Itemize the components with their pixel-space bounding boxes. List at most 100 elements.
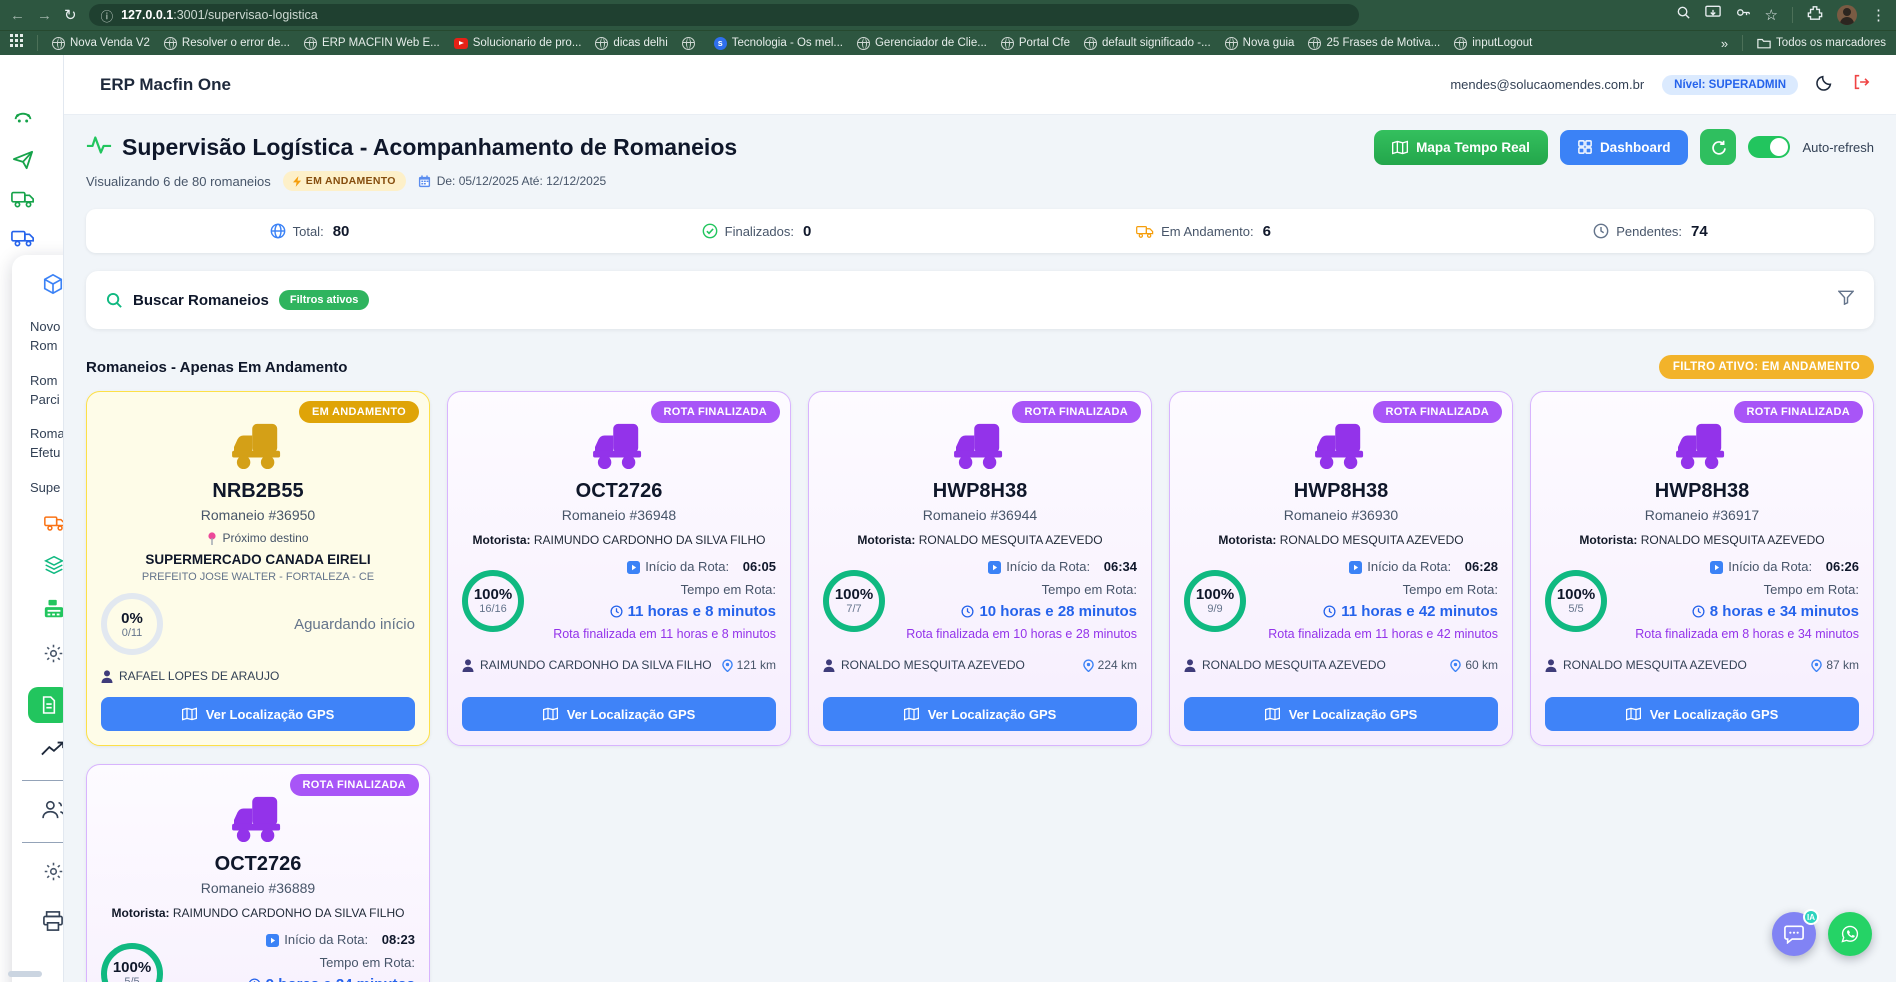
apps-grid-icon[interactable] [10, 34, 23, 52]
users-icon[interactable] [42, 799, 64, 824]
section-title: Romaneios - Apenas Em Andamento [86, 359, 347, 376]
sidebar-horizontal-scrollbar[interactable] [8, 971, 42, 977]
bookmark-item[interactable]: ERP MACFIN Web E... [304, 37, 440, 50]
truck-green-icon[interactable] [10, 187, 36, 211]
settings-gear-icon[interactable] [43, 861, 64, 887]
motorista-line: Motorista: RONALDO MESQUITA AZEVEDO [823, 533, 1137, 547]
refresh-icon [1710, 139, 1727, 156]
auto-refresh-toggle[interactable] [1748, 136, 1790, 158]
layers-icon[interactable] [44, 555, 64, 580]
youtube-favicon [454, 38, 468, 49]
forward-icon[interactable]: → [37, 7, 52, 24]
clock-icon [1323, 605, 1336, 618]
bookmark-item[interactable]: Nova Venda V2 [52, 37, 150, 50]
bookmark-item[interactable] [682, 37, 700, 50]
bookmark-item[interactable]: inputLogout [1454, 37, 1532, 50]
time-on-route-label: Tempo em Rota: [1042, 582, 1137, 597]
romaneio-number: Romaneio #36889 [101, 880, 415, 896]
menu-item-novo-romaneio[interactable]: NovoRom [30, 318, 64, 356]
address-bar[interactable]: ⓘ 127.0.0.1:3001/supervisao-logistica [89, 4, 1359, 26]
active-filter-badge: FILTRO ATIVO: EM ANDAMENTO [1659, 355, 1874, 379]
truck-icon [227, 795, 289, 843]
bookmark-item[interactable]: Gerenciador de Clie... [857, 37, 987, 50]
gps-location-button[interactable]: Ver Localização GPS [1545, 697, 1859, 731]
play-icon [1710, 561, 1723, 574]
romaneio-cards-grid: EM ANDAMENTO NRB2B55 Romaneio #36950 Pró… [86, 391, 1874, 982]
bookmark-item[interactable]: Resolver o error de... [164, 37, 290, 50]
send-plane-icon[interactable] [10, 148, 36, 172]
back-icon[interactable]: ← [10, 7, 25, 24]
time-on-route-value: 11 horas e 8 minutos [610, 600, 776, 623]
globe-favicon [1084, 37, 1097, 50]
package-icon[interactable] [42, 273, 64, 300]
trending-up-icon[interactable] [41, 741, 64, 762]
truck-icon [227, 422, 289, 470]
gps-location-button[interactable]: Ver Localização GPS [462, 697, 776, 731]
bookmarks-overflow-chevron[interactable]: » [1721, 36, 1728, 51]
route-start-line: Início da Rota: 06:05 [627, 557, 776, 577]
toolbar-divider [1792, 7, 1793, 23]
assistant-robot-icon[interactable] [10, 109, 36, 133]
map-icon [1392, 140, 1408, 155]
destination-name: SUPERMERCADO CANADA EIRELI [101, 552, 415, 567]
profile-avatar[interactable] [1837, 5, 1857, 25]
stat-finalizados: Finalizados:0 [533, 223, 980, 240]
search-tabs-icon[interactable] [1676, 5, 1691, 25]
bookmark-item[interactable]: 25 Frases de Motiva... [1308, 37, 1440, 50]
site-info-icon[interactable]: ⓘ [101, 6, 114, 25]
bookmark-item[interactable]: Nova guia [1225, 37, 1295, 50]
all-bookmarks-button[interactable]: Todos os marcadores [1757, 37, 1886, 49]
truck-orange-icon[interactable] [44, 514, 64, 537]
globe-favicon [52, 37, 65, 50]
truck-blue-icon[interactable] [10, 226, 36, 250]
url-path: :3001/supervisao-logistica [173, 8, 318, 22]
search-panel[interactable]: Buscar Romaneios Filtros ativos [86, 271, 1874, 329]
bookmark-star-icon[interactable]: ☆ [1765, 6, 1778, 24]
password-key-icon[interactable] [1735, 5, 1751, 25]
reload-icon[interactable]: ↻ [64, 6, 77, 24]
menu-item-romaneios-efetuados[interactable]: RomaEfetu [30, 425, 64, 463]
card-status-badge: ROTA FINALIZADA [290, 774, 419, 796]
menu-item-supervisao[interactable]: Supe [30, 479, 64, 498]
printer-icon[interactable] [42, 911, 64, 936]
menu-divider [22, 842, 64, 843]
dashboard-button[interactable]: Dashboard [1560, 130, 1689, 165]
stat-total: Total:80 [86, 223, 533, 240]
cash-register-icon[interactable] [42, 598, 64, 625]
menu-item-romaneio-parcial[interactable]: RomParci [30, 372, 64, 410]
extensions-icon[interactable] [1807, 5, 1823, 26]
time-on-route-label: Tempo em Rota: [681, 582, 776, 597]
time-on-route-value: 10 horas e 28 minutos [961, 600, 1137, 623]
menu-dots-icon[interactable]: ⋮ [1871, 6, 1886, 24]
gps-location-button[interactable]: Ver Localização GPS [823, 697, 1137, 731]
bookmark-item[interactable]: default significado -... [1084, 37, 1211, 50]
bookmark-item[interactable]: dicas delhi [595, 37, 667, 50]
card-status-badge: ROTA FINALIZADA [1373, 401, 1502, 423]
truck-icon [949, 422, 1011, 470]
bookmarks-divider [1742, 35, 1743, 51]
map-realtime-button[interactable]: Mapa Tempo Real [1374, 130, 1548, 165]
globe-favicon [304, 37, 317, 50]
dark-mode-moon-icon[interactable] [1816, 73, 1834, 96]
refresh-button[interactable] [1700, 129, 1736, 165]
distance-cell: 224 km [1083, 658, 1137, 672]
clock-icon [961, 605, 974, 618]
driver-row: RONALDO MESQUITA AZEVEDO 60 km [1184, 658, 1498, 672]
whatsapp-fab[interactable] [1828, 912, 1872, 956]
bookmark-item[interactable]: Portal Cfe [1001, 37, 1070, 50]
bookmark-item[interactable]: Solucionario de pro... [454, 37, 582, 49]
activity-pulse-icon [86, 133, 112, 162]
destination-address: PREFEITO JOSE WALTER - FORTALEZA - CE [101, 571, 415, 583]
filter-funnel-icon[interactable] [1838, 290, 1854, 310]
install-icon[interactable] [1705, 5, 1721, 25]
gps-location-button[interactable]: Ver Localização GPS [1184, 697, 1498, 731]
menu-item-active-document[interactable] [28, 687, 64, 723]
settings-gear-icon[interactable] [43, 643, 64, 669]
clock-icon [610, 605, 623, 618]
ai-chat-fab[interactable]: IA [1772, 912, 1816, 956]
driver-row: RAFAEL LOPES DE ARAUJO [101, 669, 415, 683]
bookmark-item[interactable]: sTecnologia - Os mel... [714, 37, 843, 50]
logout-icon[interactable] [1852, 73, 1870, 96]
url-host: 127.0.0.1 [121, 8, 173, 22]
gps-location-button[interactable]: Ver Localização GPS [101, 697, 415, 731]
